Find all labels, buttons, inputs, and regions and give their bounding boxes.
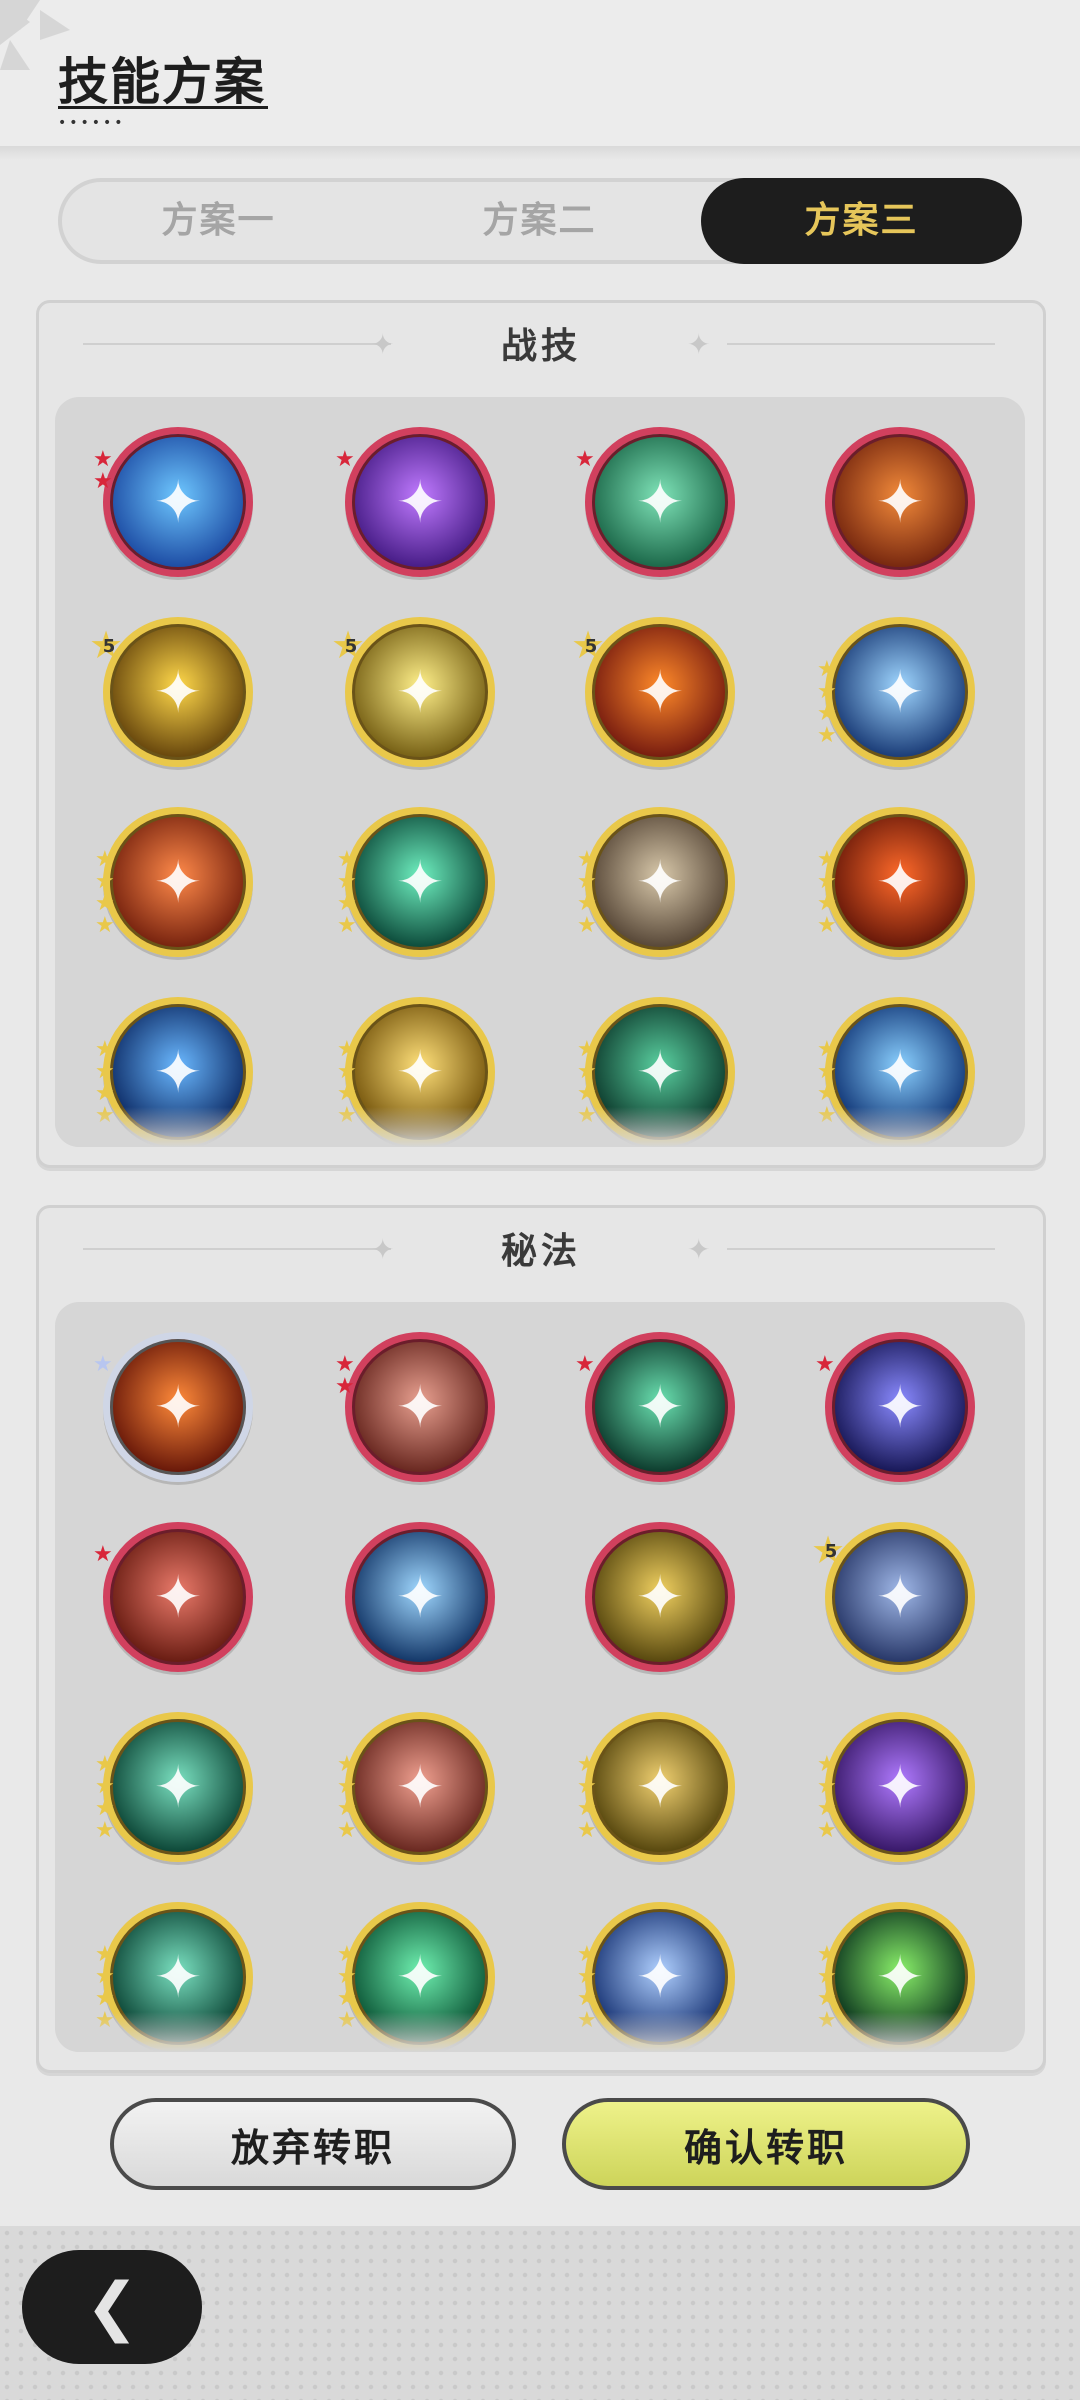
gold-stars-icon: ★★★★ bbox=[337, 1752, 357, 1843]
grid-fade-overlay bbox=[55, 2012, 1025, 2052]
skill-glyph-icon: ✦ bbox=[875, 468, 925, 536]
skill-slot[interactable]: ✦ bbox=[585, 1522, 735, 1672]
gold-stars-icon: ★★★★ bbox=[817, 1752, 837, 1843]
combat-skills-panel: ✦ 战技 ✦ ✦ ★ ★ ✦ ★ ✦ ★ ✦ ✦ ★ 5 ✦ ★ 5 ✦ ★ 5 ✦ ★ ★ ★ ★ ✦ ★ ★ ★ ★ ✦ ★ ★ ★ ★ ✦… bbox=[36, 300, 1046, 1168]
confirm-job-change-button[interactable]: 确认转职 bbox=[562, 2098, 970, 2190]
title-dots-decoration: •••••• bbox=[58, 115, 126, 131]
skill-slot[interactable]: ✦ ★★★★ bbox=[817, 807, 975, 957]
skill-glyph-icon: ✦ bbox=[153, 1563, 203, 1631]
tab-plan-1[interactable]: 方案一 bbox=[58, 178, 379, 264]
red-star-badge-icon: ★ ★ bbox=[335, 1352, 355, 1399]
five-star-badge-icon: ★ 5 bbox=[811, 1530, 851, 1570]
skill-slot[interactable]: ✦ ★ 5 bbox=[331, 617, 495, 767]
skill-slot[interactable]: ✦ bbox=[825, 427, 975, 577]
skill-slot[interactable]: ✦ ★ bbox=[335, 427, 495, 577]
sparkle-icon: ✦ bbox=[687, 1233, 711, 1266]
skill-slot[interactable]: ✦ ★★★★ bbox=[95, 807, 253, 957]
red-star-badge-icon: ★ bbox=[575, 1352, 595, 1377]
skill-glyph-icon: ✦ bbox=[395, 1373, 445, 1441]
grid-fade-overlay bbox=[55, 1107, 1025, 1147]
skill-slot[interactable]: ✦ ★★★★ bbox=[577, 1712, 735, 1862]
red-star-badge-icon: ★ bbox=[93, 1542, 113, 1567]
skill-glyph-icon: ✦ bbox=[635, 1753, 685, 1821]
skill-glyph-icon: ✦ bbox=[153, 1373, 203, 1441]
star-rank-number: 5 bbox=[584, 636, 598, 657]
skill-glyph-icon: ✦ bbox=[875, 658, 925, 726]
skill-slot[interactable]: ✦ ★ ★ bbox=[93, 427, 253, 577]
skill-slot[interactable]: ✦ ★★★★ bbox=[817, 617, 975, 767]
plan-tabs: 方案一 方案二 方案三 bbox=[58, 178, 1022, 264]
skill-slot[interactable]: ✦ bbox=[345, 1522, 495, 1672]
tab-plan-2[interactable]: 方案二 bbox=[379, 178, 700, 264]
gold-stars-icon: ★★★★ bbox=[95, 847, 115, 938]
skill-slot[interactable]: ✦ ★★★★ bbox=[95, 1712, 253, 1862]
star-rank-number: 5 bbox=[824, 1541, 838, 1562]
skill-glyph-icon: ✦ bbox=[635, 1373, 685, 1441]
skill-glyph-icon: ✦ bbox=[153, 468, 203, 536]
skill-glyph-icon: ✦ bbox=[395, 468, 445, 536]
combat-skill-grid: ✦ ★ ★ ✦ ★ ✦ ★ ✦ ✦ ★ 5 ✦ ★ 5 ✦ ★ 5 ✦ ★ ★ ★ ★ ✦ ★ ★ ★ ★ ✦ ★ ★ ★ ★ ✦ ★ ★ ★ ★ ✦ ★ ★… bbox=[55, 397, 1025, 1147]
skill-slot[interactable]: ✦ ★ bbox=[93, 1522, 253, 1672]
gold-stars-icon: ★★★★ bbox=[817, 847, 837, 938]
skill-slot[interactable]: ✦ ★★★★ bbox=[577, 807, 735, 957]
back-button[interactable]: ❮ bbox=[22, 2250, 202, 2364]
gold-stars-icon: ★★★★ bbox=[817, 657, 837, 748]
skill-glyph-icon: ✦ bbox=[395, 1563, 445, 1631]
tab-plan-3[interactable]: 方案三 bbox=[701, 178, 1022, 264]
arcane-skill-grid: ✦ ★ ✦ ★ ★ ✦ ★ ✦ ★ ✦ ★ ✦ ✦ ✦ ★ 5 ✦ ★ ★ ★ ★ ✦ ★ ★ ★ ★ ✦ ★ ★ ★ ★ ✦ ★ ★ ★ ★ ✦ ★ ★ ★… bbox=[55, 1302, 1025, 2052]
header: 技能方案 •••••• bbox=[0, 0, 1080, 148]
red-star-badge-icon: ★ ★ bbox=[93, 447, 113, 494]
skill-glyph-icon: ✦ bbox=[395, 1753, 445, 1821]
red-star-badge-icon: ★ bbox=[335, 447, 355, 472]
skill-slot[interactable]: ✦ ★★★★ bbox=[337, 1712, 495, 1862]
skill-slot[interactable]: ✦ ★ bbox=[815, 1332, 975, 1482]
combat-panel-header: ✦ 战技 ✦ bbox=[39, 303, 1043, 395]
header-shadow bbox=[0, 146, 1080, 160]
red-star-badge-icon: ★ bbox=[815, 1352, 835, 1377]
page-title: 技能方案 bbox=[58, 53, 266, 111]
arcane-panel-header: ✦ 秘法 ✦ bbox=[39, 1208, 1043, 1300]
skill-glyph-icon: ✦ bbox=[875, 848, 925, 916]
skill-glyph-icon: ✦ bbox=[153, 848, 203, 916]
silver-star-badge-icon: ★ bbox=[93, 1352, 113, 1377]
skill-glyph-icon: ✦ bbox=[875, 1373, 925, 1441]
skill-slot[interactable]: ✦ ★★★★ bbox=[337, 807, 495, 957]
skill-glyph-icon: ✦ bbox=[875, 1753, 925, 1821]
sparkle-icon: ✦ bbox=[687, 328, 711, 361]
red-star-badge-icon: ★ bbox=[575, 447, 595, 472]
gold-stars-icon: ★★★★ bbox=[577, 847, 597, 938]
skill-glyph-icon: ✦ bbox=[395, 848, 445, 916]
gold-stars-icon: ★★★★ bbox=[95, 1752, 115, 1843]
skill-glyph-icon: ✦ bbox=[635, 1563, 685, 1631]
chevron-left-icon: ❮ bbox=[85, 2270, 139, 2344]
five-star-badge-icon: ★ 5 bbox=[331, 625, 371, 665]
star-rank-number: 5 bbox=[102, 636, 116, 657]
skill-slot[interactable]: ✦ ★ bbox=[575, 1332, 735, 1482]
skill-glyph-icon: ✦ bbox=[635, 848, 685, 916]
divider-line bbox=[727, 1248, 995, 1250]
skill-glyph-icon: ✦ bbox=[153, 1753, 203, 1821]
gold-stars-icon: ★★★★ bbox=[337, 847, 357, 938]
skill-slot[interactable]: ✦ ★★★★ bbox=[817, 1712, 975, 1862]
skill-slot[interactable]: ✦ ★ bbox=[93, 1332, 253, 1482]
five-star-badge-icon: ★ 5 bbox=[89, 625, 129, 665]
arcane-skills-panel: ✦ 秘法 ✦ ✦ ★ ✦ ★ ★ ✦ ★ ✦ ★ ✦ ★ ✦ ✦ ✦ ★ 5 ✦ ★ ★ ★ ★ ✦ ★ ★ ★ ★ ✦ ★ ★ ★ ★ ✦ ★… bbox=[36, 1205, 1046, 2073]
divider-line bbox=[727, 343, 995, 345]
gold-stars-icon: ★★★★ bbox=[577, 1752, 597, 1843]
abandon-job-change-button[interactable]: 放弃转职 bbox=[110, 2098, 516, 2190]
skill-slot[interactable]: ✦ ★ 5 bbox=[571, 617, 735, 767]
skill-slot[interactable]: ✦ ★ 5 bbox=[811, 1522, 975, 1672]
title-underline bbox=[58, 106, 268, 109]
skill-glyph-icon: ✦ bbox=[635, 468, 685, 536]
skill-slot[interactable]: ✦ ★ ★ bbox=[335, 1332, 495, 1482]
skill-slot[interactable]: ✦ ★ 5 bbox=[89, 617, 253, 767]
star-rank-number: 5 bbox=[344, 636, 358, 657]
skill-slot[interactable]: ✦ ★ bbox=[575, 427, 735, 577]
five-star-badge-icon: ★ 5 bbox=[571, 625, 611, 665]
